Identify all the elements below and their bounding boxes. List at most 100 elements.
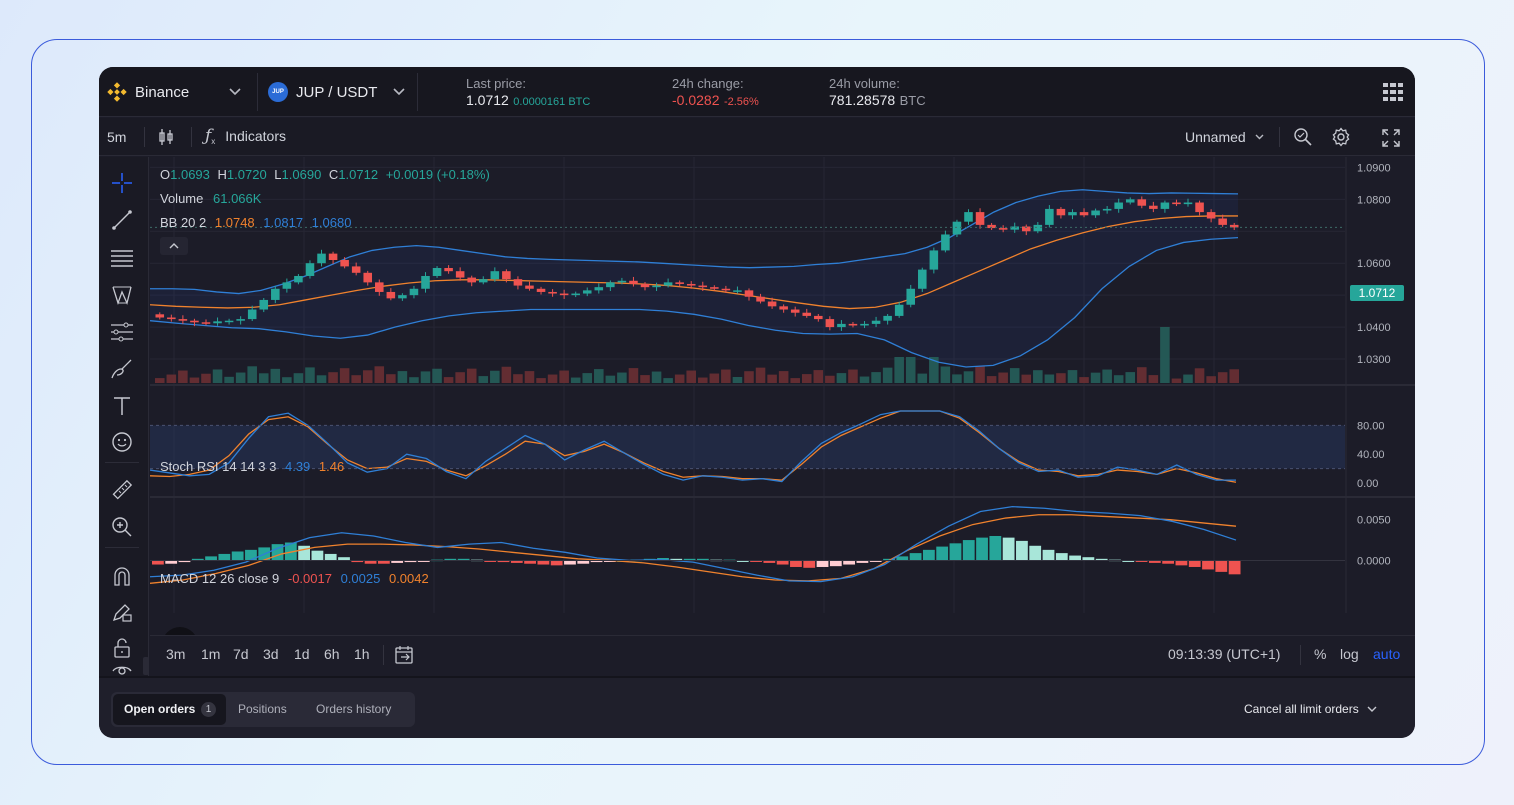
volume-stat: 24h volume: 781.28578 BTC [829,76,926,110]
price-change: +0.0019 (+0.18%) [385,167,490,182]
emoji-tool[interactable] [109,429,135,455]
exchange-name: Binance [135,83,190,101]
last-price-label: Last price: [466,76,526,91]
divider [105,547,139,548]
grid-menu-icon[interactable] [1383,83,1403,101]
tab-positions[interactable]: Positions [238,702,287,716]
candle-body [328,253,338,261]
macd-histogram-bar [298,545,311,561]
collapse-legend-button[interactable] [160,237,188,255]
toolbar-collapse-handle[interactable] [143,657,149,675]
pattern-tool[interactable] [109,282,135,308]
volume-bar [293,373,304,383]
candle-body [467,277,476,283]
lock-draw-tool[interactable] [109,599,135,625]
volume-bar [397,371,408,383]
candle-body [941,234,950,251]
fib-tool[interactable] [109,319,135,345]
bb-lower-value: 1.0680 [311,215,352,230]
candle-body [848,323,858,326]
ruler-icon [112,479,133,500]
volume-bar [778,371,789,383]
settings-gear-icon[interactable] [1331,127,1351,147]
volume-label: 24h volume: [829,76,900,91]
range-3m[interactable]: 3m [166,646,185,662]
zoom-tool[interactable] [109,514,135,540]
macd-histogram-bar [843,560,856,565]
magnet-tool[interactable] [109,563,135,589]
candle-body [1195,202,1204,213]
bb-mid-value: 1.0748 [214,215,255,230]
candles-style-icon[interactable] [157,128,175,146]
candle-body [1125,199,1135,203]
price-tick-label: 1.0400 [1357,322,1391,334]
horizontal-lines-tool[interactable] [109,245,135,271]
tab-open-orders[interactable]: Open orders 1 [113,694,226,725]
range-6h[interactable]: 6h [324,646,340,662]
volume-bar [605,375,616,383]
goto-date-icon[interactable] [395,645,415,665]
candle-body [975,212,985,225]
divider [257,73,258,111]
candle-body [167,317,176,320]
cancel-all-button[interactable]: Cancel all limit orders [1244,702,1377,716]
candle-body [617,280,627,283]
candle-body [802,312,812,316]
candle-body [502,271,511,280]
range-1d[interactable]: 1d [294,646,310,662]
volume-bar [825,375,835,383]
layout-name: Unnamed [1185,129,1246,145]
timezone-clock[interactable]: 09:13:39 (UTC+1) [1168,646,1280,662]
candle-body [559,293,569,296]
drawing-toolbar [99,157,149,677]
volume-bar [998,372,1008,383]
volume-bar [1206,376,1216,383]
stoch-legend[interactable]: Stoch RSI 14 14 3 3 4.39 1.46 [160,459,344,474]
candle-body [375,282,384,292]
tab-orders-history[interactable]: Orders history [316,702,391,716]
candle-body [710,287,719,289]
range-7d[interactable]: 7d [233,646,249,662]
candle-body [929,250,939,270]
close-label: C [328,167,339,182]
ruler-tool[interactable] [109,477,135,503]
indicators-label: Indicators [225,128,286,144]
text-tool[interactable] [109,393,135,419]
candle-body [259,299,269,310]
percent-toggle[interactable]: % [1314,646,1326,662]
log-toggle[interactable]: log [1340,646,1359,662]
lock-tool[interactable] [109,635,135,661]
fullscreen-icon[interactable] [1382,129,1400,147]
bb-legend[interactable]: BB 20 2 1.0748 1.0817 1.0680 [160,215,351,230]
range-1h[interactable]: 1h [354,646,370,662]
macd-histogram-bar [1069,555,1081,561]
volume-bar [801,374,812,383]
pair-selector[interactable]: JUP JUP / USDT [268,82,405,102]
macd-histogram-bar [205,556,217,561]
range-3d[interactable]: 3d [263,646,279,662]
exchange-selector[interactable]: Binance [107,82,241,102]
layout-selector[interactable]: Unnamed [1185,129,1264,145]
volume-bar [859,376,870,383]
macd-legend[interactable]: MACD 12 26 close 9 -0.0017 0.0025 0.0042 [160,571,429,586]
trend-line-tool[interactable] [109,207,135,233]
candle-body [640,283,650,288]
crosshair-tool[interactable] [109,170,135,196]
macd-histogram-bar [152,560,164,565]
candle-body [860,323,869,326]
macd-histogram-bar [311,550,324,561]
macd-histogram-bar [936,546,949,561]
volume-bar [166,374,177,383]
indicators-button[interactable]: ƒ x Indicators [205,126,286,146]
quick-search-icon[interactable] [1293,127,1313,147]
brush-tool[interactable] [109,356,135,382]
candle-body [386,291,396,299]
volume-legend[interactable]: Volume 61.066K [160,191,261,206]
volume-bar [270,368,281,383]
range-1m[interactable]: 1m [201,646,220,662]
interval-button[interactable]: 5m [107,129,126,145]
divider [144,127,145,147]
candle-body [224,320,234,323]
candle-body [1033,224,1043,232]
auto-toggle[interactable]: auto [1373,646,1400,662]
